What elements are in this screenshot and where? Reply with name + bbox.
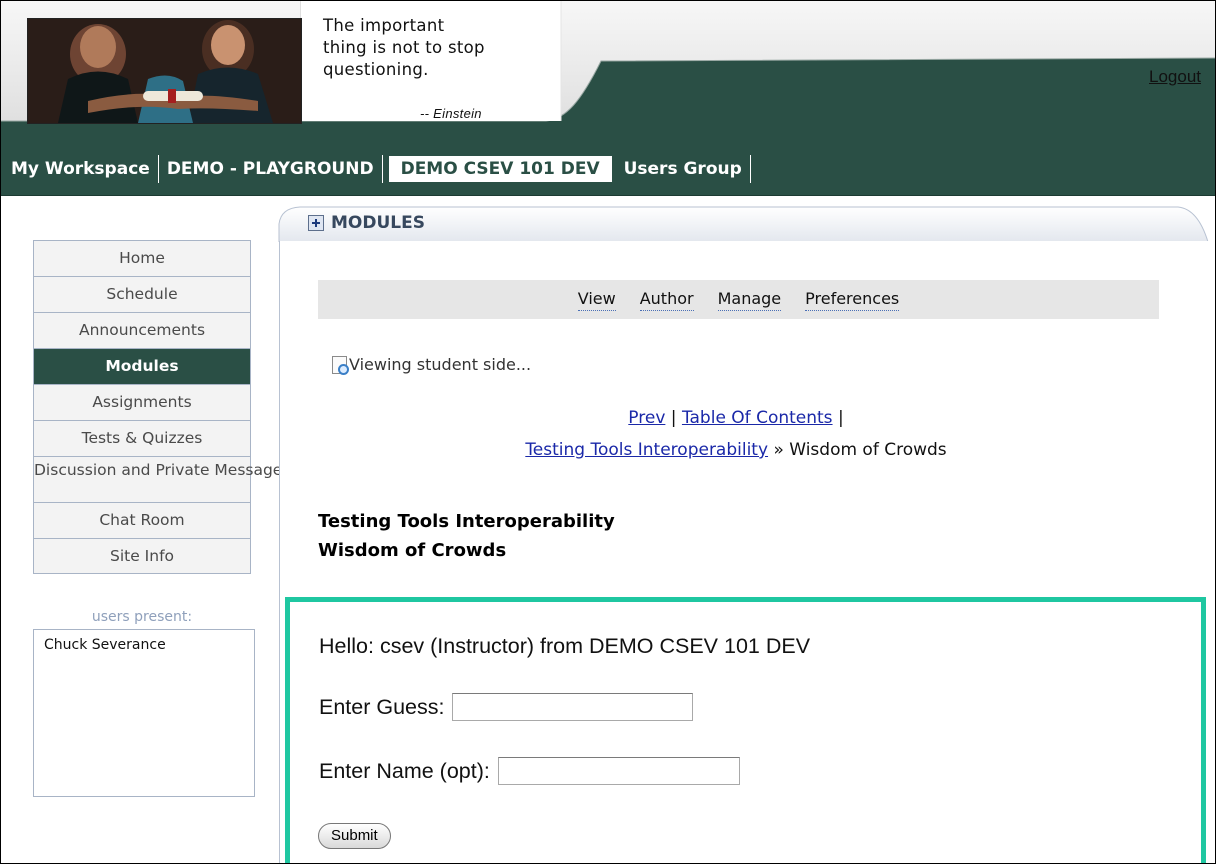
toolbar-preferences-link[interactable]: Preferences [805, 289, 900, 311]
site-tab-separator [749, 155, 751, 183]
nav-separator: | [670, 408, 677, 428]
table-of-contents-link[interactable]: Table Of Contents [682, 408, 833, 428]
tool-menu-item-discussion[interactable]: Discussion and Private Messages [34, 456, 290, 502]
guess-label: Enter Guess: [319, 694, 445, 719]
breadcrumb-parent-link[interactable]: Testing Tools Interoperability [525, 440, 768, 460]
site-tab-demo-csev-101-dev[interactable]: DEMO CSEV 101 DEV [388, 156, 612, 182]
tool-menu-item-home[interactable]: Home [34, 240, 250, 276]
portlet-title: MODULES [308, 213, 425, 233]
module-toolbar: View Author Manage Preferences [318, 280, 1159, 319]
prev-link[interactable]: Prev [628, 408, 665, 428]
graduation-photo [27, 18, 302, 124]
tool-menu-item-site-info[interactable]: Site Info [34, 538, 250, 574]
breadcrumb-arrow: » [773, 440, 784, 460]
logout-link[interactable]: Logout [1149, 67, 1201, 87]
nav-separator: | [837, 408, 844, 428]
viewing-student-side: Viewing student side... [332, 355, 532, 375]
reset-tool-icon[interactable] [308, 215, 324, 231]
breadcrumb-current: Wisdom of Crowds [789, 440, 947, 460]
toolbar-manage-link[interactable]: Manage [717, 289, 782, 311]
site-tab-separator [381, 155, 383, 183]
guess-row: Enter Guess: [319, 693, 694, 721]
module-heading: Testing Tools Interoperability Wisdom of… [318, 507, 615, 565]
users-present-title: users present: [91, 609, 193, 625]
viewing-student-side-text: Viewing student side... [349, 355, 532, 374]
site-tab-users-group[interactable]: Users Group [616, 156, 750, 182]
tool-menu-item-assignments[interactable]: Assignments [34, 384, 250, 420]
graduation-image [28, 19, 301, 123]
quote-line-3: questioning. [323, 60, 429, 79]
module-breadcrumb: Testing Tools Interoperability » Wisdom … [301, 440, 1171, 460]
name-row: Enter Name (opt): [319, 757, 740, 785]
present-user: Chuck Severance [44, 637, 166, 653]
tool-menu-item-modules[interactable]: Modules [34, 348, 250, 384]
browser-page: The important thing is not to stop quest… [0, 0, 1216, 864]
site-tab-my-workspace[interactable]: My Workspace [11, 156, 158, 182]
guess-input[interactable] [452, 693, 694, 721]
name-label: Enter Name (opt): [319, 758, 490, 783]
quote-author: -- Einstein [420, 106, 482, 121]
users-present-list: Chuck Severance [33, 629, 255, 797]
site-navigation-bar: My Workspace DEMO - PLAYGROUND DEMO CSEV… [1, 141, 1215, 196]
quote-line-2: thing is not to stop [323, 38, 485, 57]
einstein-quote: The important thing is not to stop quest… [323, 15, 563, 121]
tool-menu: Home Schedule Announcements Modules Assi… [33, 240, 290, 574]
quote-line-1: The important [323, 16, 445, 35]
module-title: Testing Tools Interoperability [318, 511, 615, 532]
document-search-icon [332, 356, 349, 375]
site-tabs: My Workspace DEMO - PLAYGROUND DEMO CSEV… [11, 155, 751, 183]
site-tab-demo-playground[interactable]: DEMO - PLAYGROUND [159, 156, 382, 182]
tool-menu-item-schedule[interactable]: Schedule [34, 276, 250, 312]
tool-menu-item-tests-quizzes[interactable]: Tests & Quizzes [34, 420, 250, 456]
module-nav-line-1: Prev | Table Of Contents | [301, 408, 1171, 428]
site-header: The important thing is not to stop quest… [1, 1, 1215, 141]
tool-menu-item-chat-room[interactable]: Chat Room [34, 502, 250, 538]
portlet-title-text: MODULES [331, 213, 425, 233]
name-input[interactable] [497, 757, 740, 785]
submit-button[interactable]: Submit [318, 823, 391, 849]
toolbar-author-link[interactable]: Author [639, 289, 694, 311]
section-title: Wisdom of Crowds [318, 540, 507, 561]
lti-greeting: Hello: csev (Instructor) from DEMO CSEV … [319, 634, 811, 658]
tool-menu-item-announcements[interactable]: Announcements [34, 312, 250, 348]
toolbar-view-link[interactable]: View [577, 289, 616, 311]
